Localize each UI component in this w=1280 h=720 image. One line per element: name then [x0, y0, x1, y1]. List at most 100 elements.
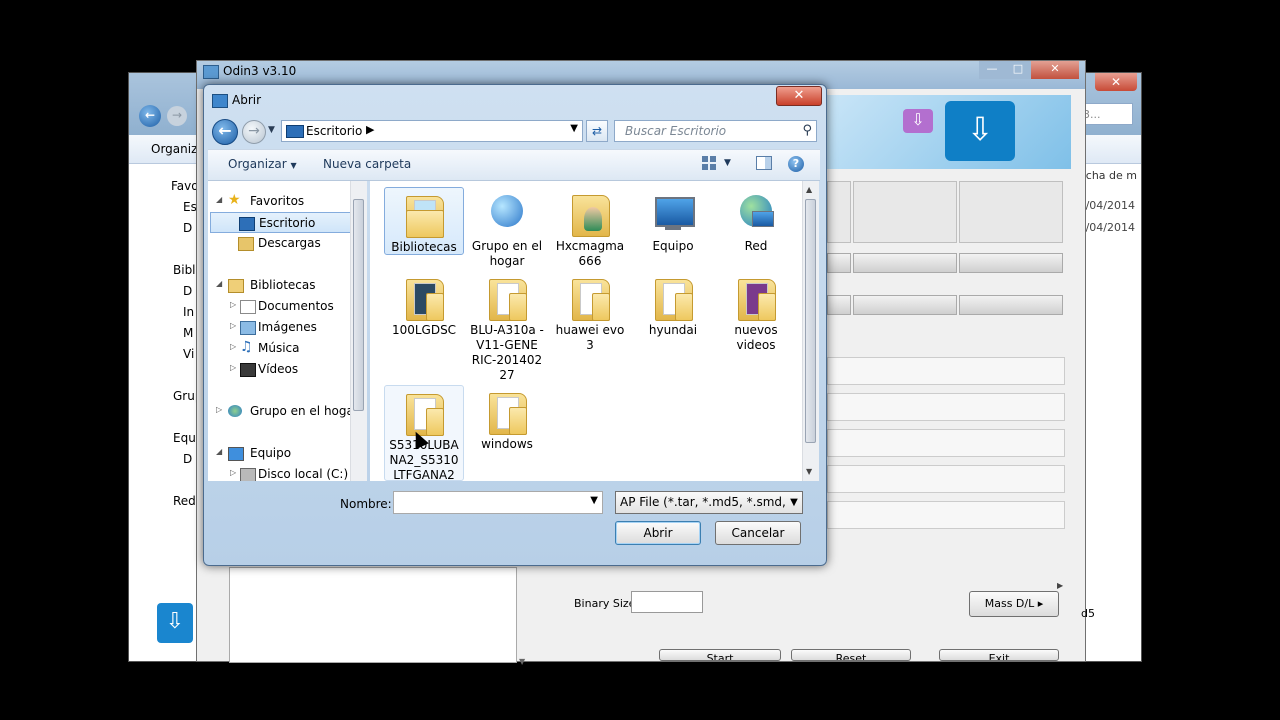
file-path-field[interactable]: [827, 357, 1065, 385]
reset-button[interactable]: Reset: [791, 649, 911, 661]
refresh-icon[interactable]: ⇄: [586, 120, 608, 142]
nav-item-descargas[interactable]: Descargas: [208, 233, 354, 254]
list-item-bibliotecas[interactable]: Bibliotecas: [384, 187, 464, 255]
expand-icon[interactable]: ◢: [216, 195, 222, 204]
odin-download-icon: ⇩: [945, 101, 1015, 161]
background-nav-item[interactable]: Red: [173, 494, 196, 508]
item-label: 100LGDSC: [391, 323, 457, 337]
maximize-icon[interactable]: □: [1005, 61, 1031, 79]
background-nav-item[interactable]: D: [183, 221, 192, 235]
scroll-down-icon[interactable]: ▼: [806, 467, 812, 476]
scroll-arrow-icon[interactable]: ▶: [1057, 581, 1063, 590]
new-folder-button[interactable]: Nueva carpeta: [323, 157, 411, 171]
binary-size-field[interactable]: [631, 591, 703, 613]
forward-arrow-icon[interactable]: →: [242, 120, 266, 144]
list-item-hyundai[interactable]: hyundai: [633, 271, 713, 338]
help-icon[interactable]: ?: [788, 156, 804, 172]
minimize-icon[interactable]: —: [979, 61, 1005, 79]
file-path-field[interactable]: [827, 501, 1065, 529]
scroll-up-icon[interactable]: ▲: [806, 185, 812, 194]
breadcrumb-arrow-icon[interactable]: ▶: [366, 123, 374, 136]
progress-bar: [827, 295, 851, 315]
background-organize-button[interactable]: Organiz: [151, 142, 197, 156]
odin-log-area[interactable]: [229, 567, 517, 663]
view-options-icon[interactable]: [702, 156, 716, 170]
folder-icon: [487, 275, 527, 321]
address-location[interactable]: Escritorio: [306, 124, 362, 138]
collapse-icon[interactable]: ▷: [230, 468, 236, 477]
forward-icon[interactable]: →: [167, 106, 187, 126]
nav-item-favoritos[interactable]: ◢ ★ Favoritos: [208, 191, 354, 212]
nav-item-imagenes[interactable]: ▷ Imágenes: [208, 317, 354, 338]
file-name-input[interactable]: ▼: [393, 491, 603, 514]
list-item-hxcmagma[interactable]: Hxcmagma 666: [550, 187, 630, 269]
open-file-dialog: Abrir ✕ ← → ▼ Escritorio ▶ ▼ ⇄ Buscar Es…: [203, 84, 827, 566]
file-path-field[interactable]: [827, 393, 1065, 421]
collapse-icon[interactable]: ▷: [216, 405, 222, 414]
background-nav-item[interactable]: In: [183, 305, 194, 319]
help-icon[interactable]: [1101, 141, 1119, 159]
scroll-down-icon[interactable]: ▼: [519, 657, 525, 666]
odin-title: Odin3 v3.10: [223, 64, 297, 78]
list-item-grupo-en-el-hogar[interactable]: Grupo en el hogar: [467, 187, 547, 269]
odin-close-icon[interactable]: ✕: [1031, 61, 1079, 79]
preview-pane-icon[interactable]: [756, 156, 772, 170]
start-button[interactable]: Start: [659, 649, 781, 661]
chevron-down-icon[interactable]: ▼: [590, 495, 598, 506]
cancel-button[interactable]: Cancelar: [715, 521, 801, 545]
background-nav-item[interactable]: Favo: [171, 179, 199, 193]
background-nav-item[interactable]: Es: [183, 200, 197, 214]
collapse-icon[interactable]: ▷: [230, 300, 236, 309]
address-bar[interactable]: Escritorio ▶ ▼: [281, 120, 583, 142]
background-close-button[interactable]: ✕: [1095, 73, 1137, 91]
nav-item-equipo[interactable]: ◢ Equipo: [208, 443, 354, 464]
expand-icon[interactable]: ◢: [216, 279, 222, 288]
list-item-blu[interactable]: BLU-A310a -V11-GENE RIC-201402 27: [467, 271, 547, 383]
nav-item-bibliotecas[interactable]: ◢ Bibliotecas: [208, 275, 354, 296]
exit-button[interactable]: Exit: [939, 649, 1059, 661]
search-icon[interactable]: ⚲: [802, 123, 812, 138]
organize-button[interactable]: Organizar ▼: [228, 157, 297, 171]
nav-item-musica[interactable]: ▷ ♫ Música: [208, 338, 354, 359]
network-icon: [736, 191, 776, 237]
background-nav-item[interactable]: Bibl: [173, 263, 196, 277]
collapse-icon[interactable]: ▷: [230, 363, 236, 372]
background-nav-item[interactable]: D: [183, 452, 192, 466]
nav-item-documentos[interactable]: ▷ Documentos: [208, 296, 354, 317]
file-type-select[interactable]: AP File (*.tar, *.md5, *.smd, *.gz ▼: [615, 491, 803, 514]
list-item-equipo[interactable]: Equipo: [633, 187, 713, 254]
list-item-windows[interactable]: windows: [467, 385, 547, 452]
address-dropdown-icon[interactable]: ▼: [570, 123, 578, 134]
list-item-nuevos-videos[interactable]: nuevos videos: [716, 271, 796, 353]
background-nav-item[interactable]: D: [183, 284, 192, 298]
background-nav-item[interactable]: Vi: [183, 347, 194, 361]
back-icon[interactable]: ←: [139, 105, 161, 127]
file-path-field[interactable]: [827, 429, 1065, 457]
back-arrow-icon[interactable]: ←: [212, 119, 238, 145]
collapse-icon[interactable]: ▷: [230, 321, 236, 330]
nav-scrollbar-thumb[interactable]: [353, 199, 364, 411]
collapse-icon[interactable]: ▷: [230, 342, 236, 351]
dialog-close-icon[interactable]: ✕: [776, 86, 822, 106]
file-path-field[interactable]: [827, 465, 1065, 493]
expand-icon[interactable]: ◢: [216, 447, 222, 456]
view-dropdown-icon[interactable]: ▼: [724, 158, 731, 168]
nav-item-escritorio[interactable]: Escritorio: [210, 212, 356, 233]
item-label: hyundai: [648, 323, 698, 337]
chevron-down-icon[interactable]: ▼: [786, 492, 802, 513]
nav-item-disco-local[interactable]: ▷ Disco local (C:): [208, 464, 354, 481]
list-item-100lgdsc[interactable]: 100LGDSC: [384, 271, 464, 338]
content-scrollbar[interactable]: ▲ ▼: [802, 181, 819, 481]
background-date-2: /04/2014: [1085, 221, 1135, 234]
list-item-huawei[interactable]: huawei evo 3: [550, 271, 630, 353]
open-button[interactable]: Abrir: [615, 521, 701, 545]
content-scrollbar-thumb[interactable]: [805, 199, 816, 443]
background-nav-item[interactable]: M: [183, 326, 193, 340]
recent-locations-dropdown-icon[interactable]: ▼: [268, 125, 275, 135]
nav-item-grupo-en-el-hogar[interactable]: ▷ Grupo en el hogar: [208, 401, 359, 422]
nav-scrollbar[interactable]: [350, 181, 367, 481]
search-input[interactable]: Buscar Escritorio ⚲: [614, 120, 817, 142]
nav-item-videos[interactable]: ▷ Vídeos: [208, 359, 354, 380]
mass-dl-button[interactable]: Mass D/L ▸: [969, 591, 1059, 617]
list-item-red[interactable]: Red: [716, 187, 796, 254]
